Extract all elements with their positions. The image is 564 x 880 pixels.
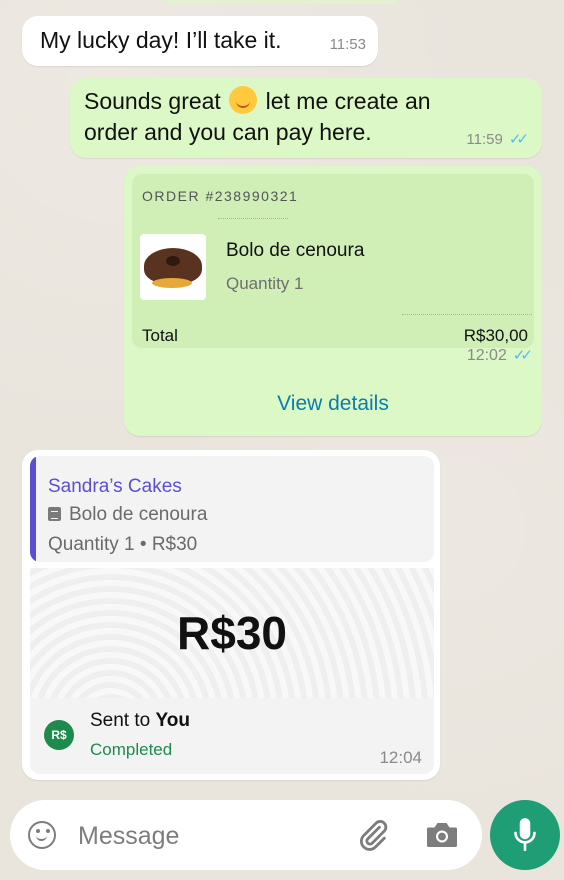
double-check-icon: ✓✓	[508, 131, 529, 148]
cake-image	[144, 248, 202, 288]
order-card[interactable]: ORDER #238990321 Bolo de cenoura Quantit…	[132, 174, 534, 348]
document-icon	[48, 507, 61, 521]
product-name: Bolo de cenoura	[226, 240, 365, 261]
sent-recipient: You	[155, 710, 190, 731]
message-text: My lucky day! I’ll take it.	[40, 27, 282, 53]
currency-badge: R$	[44, 720, 74, 750]
message-time: 11:59	[466, 131, 503, 148]
divider	[218, 218, 288, 219]
payment-status: Completed	[90, 740, 173, 759]
message-time: 12:02	[466, 347, 507, 364]
message-time: 11:53	[329, 36, 366, 53]
sent-prefix: Sent to	[90, 710, 156, 731]
payment-reference[interactable]: Sandra’s Cakes Bolo de cenoura Quantity …	[30, 456, 434, 562]
divider	[402, 314, 532, 315]
payment-message[interactable]: Sandra’s Cakes Bolo de cenoura Quantity …	[22, 450, 440, 780]
quote-bar	[30, 456, 36, 562]
payment-quantity-price: Quantity 1 • R$30	[48, 534, 198, 555]
message-text: Sounds great let me create an order and …	[84, 86, 484, 148]
amount-panel: R$30	[30, 568, 434, 698]
message-composer	[10, 800, 482, 870]
outgoing-message[interactable]: Sounds great let me create an order and …	[70, 78, 542, 158]
payment-status-area: R$ Sent to You Completed 12:04	[30, 698, 434, 774]
message-time: 12:04	[379, 748, 422, 767]
double-check-icon: ✓✓	[512, 347, 533, 364]
product-quantity: Quantity 1	[226, 274, 304, 293]
incoming-message[interactable]: My lucky day! I’ll take it. 11:53	[22, 16, 378, 66]
view-details-button[interactable]: View details	[124, 392, 542, 416]
merchant-name: Sandra’s Cakes	[48, 476, 182, 497]
mic-button[interactable]	[490, 800, 560, 870]
order-message[interactable]: ORDER #238990321 Bolo de cenoura Quantit…	[124, 166, 542, 436]
message-input[interactable]	[76, 816, 330, 856]
message-text-part-1: Sounds great	[84, 88, 221, 114]
total-label: Total	[142, 326, 178, 345]
sent-to-line: Sent to You	[90, 710, 190, 732]
product-thumbnail[interactable]	[140, 234, 206, 300]
paperclip-icon[interactable]	[356, 818, 390, 852]
smiling-face-icon	[229, 86, 258, 114]
smile-icon[interactable]	[28, 821, 56, 849]
message-meta: 11:59 ✓✓	[466, 130, 529, 148]
payment-amount: R$30	[177, 607, 287, 659]
message-meta: 12:02 ✓✓	[466, 346, 533, 365]
microphone-icon	[514, 818, 536, 852]
order-number: ORDER #238990321	[142, 188, 299, 204]
total-value: R$30,00	[463, 326, 528, 345]
payment-item: Bolo de cenoura	[48, 504, 207, 526]
payment-item-name: Bolo de cenoura	[69, 504, 208, 525]
camera-icon[interactable]	[424, 820, 460, 850]
previous-bubble-edge	[160, 0, 400, 4]
